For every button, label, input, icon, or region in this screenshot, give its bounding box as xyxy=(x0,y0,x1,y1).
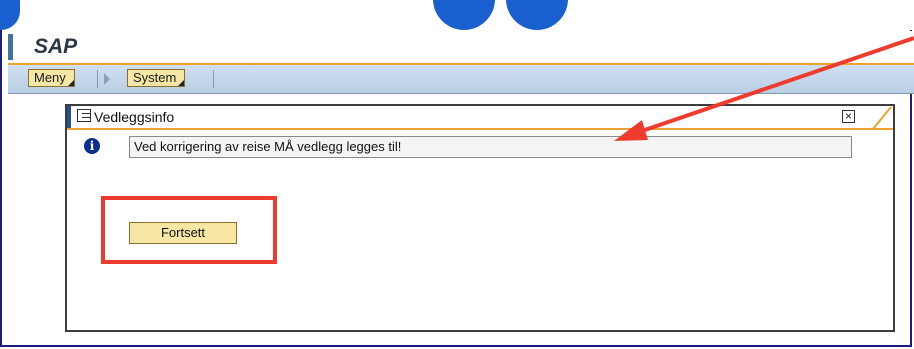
annotation-arrow xyxy=(614,36,914,141)
